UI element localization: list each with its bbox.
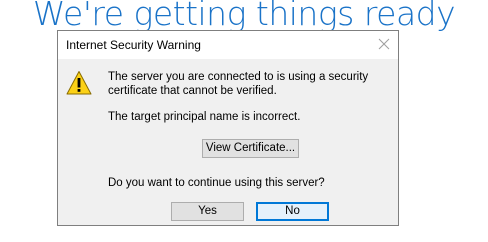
no-button[interactable]: No xyxy=(256,202,329,221)
security-warning-dialog: Internet Security Warning The server you… xyxy=(57,30,399,226)
message-principal-name: The target principal name is incorrect. xyxy=(108,111,301,123)
yes-button[interactable]: Yes xyxy=(171,202,244,221)
close-icon[interactable] xyxy=(376,36,392,52)
dialog-titlebar[interactable]: Internet Security Warning xyxy=(58,31,398,59)
background-title: We're getting things ready xyxy=(32,0,456,33)
message-certificate-unverified: The server you are connected to is using… xyxy=(108,71,369,97)
continue-question: Do you want to continue using this serve… xyxy=(108,177,325,189)
dialog-title: Internet Security Warning xyxy=(66,38,201,52)
view-certificate-button[interactable]: View Certificate... xyxy=(202,139,299,158)
warning-triangle-icon xyxy=(66,70,92,96)
